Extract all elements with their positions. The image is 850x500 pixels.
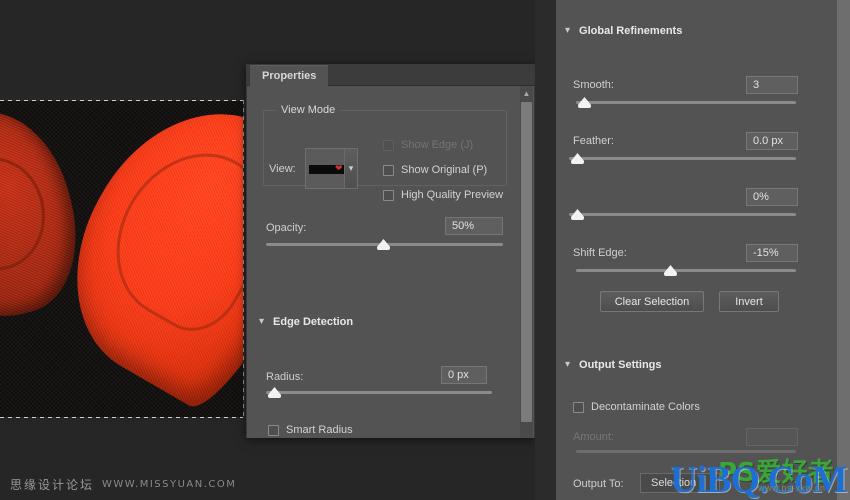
feather-slider-track[interactable]: [569, 157, 796, 160]
properties-panel[interactable]: Properties View Mode View: ❤ ▾ Show Edge…: [246, 64, 535, 438]
contrast-value: 0%: [753, 191, 769, 203]
shift-edge-value-field[interactable]: -15%: [746, 244, 798, 262]
section-output-settings-title: Output Settings: [579, 359, 662, 371]
opacity-value-field[interactable]: 50%: [445, 217, 503, 235]
properties-scrollbar-thumb[interactable]: [521, 102, 532, 422]
properties-scrollbar[interactable]: ▲: [520, 86, 533, 438]
feather-label: Feather:: [573, 135, 614, 147]
selection-marquee-bottom: [0, 417, 244, 418]
radius-value: 0 px: [448, 369, 469, 381]
tab-properties[interactable]: Properties: [250, 65, 329, 86]
shift-edge-slider-track[interactable]: [576, 269, 796, 272]
checkbox-high-quality-preview[interactable]: High Quality Preview: [383, 189, 503, 201]
smooth-value-field[interactable]: 3: [746, 76, 798, 94]
checkbox-smart-radius-box[interactable]: [268, 424, 279, 436]
heart-icon: ❤: [335, 163, 343, 173]
shift-edge-label: Shift Edge:: [573, 247, 627, 259]
selection-marquee-top: [0, 100, 244, 101]
clear-selection-label: Clear Selection: [614, 295, 690, 308]
radius-slider-track[interactable]: [266, 391, 492, 394]
invert-button[interactable]: Invert: [719, 291, 779, 312]
checkbox-high-quality-preview-box[interactable]: [383, 189, 394, 201]
checkbox-high-quality-preview-label: High Quality Preview: [401, 189, 504, 201]
selection-marquee-right: [243, 100, 244, 418]
chevron-down-icon[interactable]: ▾: [565, 26, 570, 36]
select-and-mask-dock: ▾ Global Refinements Smooth: 3 Feather: …: [556, 0, 837, 500]
chevron-down-icon[interactable]: ▾: [344, 149, 357, 188]
radius-value-field[interactable]: 0 px: [441, 366, 487, 384]
image-canvas[interactable]: [0, 0, 250, 500]
section-global-refinements-title: Global Refinements: [579, 25, 683, 37]
smooth-label: Smooth:: [573, 79, 614, 91]
clear-selection-button[interactable]: Clear Selection: [600, 291, 704, 312]
checkbox-show-edge-label: Show Edge (J): [401, 139, 474, 151]
output-to-label: Output To:: [573, 478, 624, 490]
dock-right-edge: [837, 0, 850, 500]
feather-value-field[interactable]: 0.0 px: [746, 132, 798, 150]
checkbox-show-edge-box[interactable]: [383, 139, 394, 151]
checkbox-smart-radius[interactable]: Smart Radius: [268, 424, 353, 436]
checkbox-smart-radius-label: Smart Radius: [286, 424, 353, 436]
watermark-missyuan-cn: 思缘设计论坛: [10, 478, 95, 492]
section-edge-detection[interactable]: ▾ Edge Detection: [259, 316, 353, 328]
opacity-value: 50%: [452, 220, 475, 232]
amount-value-field: [746, 428, 798, 446]
canvas-photo[interactable]: [0, 100, 244, 418]
checkbox-decontaminate-colors-box[interactable]: [573, 401, 584, 413]
contrast-value-field[interactable]: 0%: [746, 188, 798, 206]
tab-properties-label: Properties: [262, 70, 317, 82]
watermark-missyuan: 思缘设计论坛 WWW.MISSYUAN.COM: [10, 476, 236, 493]
view-label: View:: [269, 163, 296, 175]
photoshop-select-and-mask-window: 思缘设计论坛 WWW.MISSYUAN.COM Properties View …: [0, 0, 850, 500]
invert-label: Invert: [735, 295, 763, 308]
chevron-down-icon[interactable]: ▾: [259, 317, 264, 327]
opacity-label: Opacity:: [266, 222, 307, 234]
watermark-missyuan-url: WWW.MISSYUAN.COM: [102, 479, 237, 490]
chevron-up-icon[interactable]: ▲: [520, 87, 533, 100]
checkbox-decontaminate-colors-label: Decontaminate Colors: [591, 401, 700, 413]
smooth-value: 3: [753, 79, 760, 91]
section-output-settings[interactable]: ▾ Output Settings: [565, 359, 662, 371]
panel-gap: [535, 0, 556, 500]
checkbox-show-original-box[interactable]: [383, 164, 394, 176]
view-mode-dropdown[interactable]: ❤ ▾: [305, 148, 358, 189]
view-mode-group-title: View Mode: [276, 104, 341, 116]
contrast-slider-track[interactable]: [569, 213, 796, 216]
properties-body: View Mode View: ❤ ▾ Show Edge (J) Show O…: [247, 86, 534, 438]
shift-edge-value: -15%: [753, 247, 779, 259]
checkbox-show-edge[interactable]: Show Edge (J): [383, 139, 473, 151]
checkbox-show-original[interactable]: Show Original (P): [383, 164, 487, 176]
smooth-slider-track[interactable]: [576, 101, 796, 104]
radius-label: Radius:: [266, 371, 304, 383]
checkbox-decontaminate-colors[interactable]: Decontaminate Colors: [573, 401, 700, 413]
chevron-down-icon[interactable]: ▾: [565, 360, 570, 370]
feather-value: 0.0 px: [753, 135, 783, 147]
section-global-refinements[interactable]: ▾ Global Refinements: [565, 25, 682, 37]
checkbox-show-original-label: Show Original (P): [401, 164, 488, 176]
section-edge-detection-title: Edge Detection: [273, 316, 354, 328]
amount-label: Amount:: [573, 431, 614, 443]
properties-tabbar: Properties: [247, 65, 534, 86]
watermark-ps-url: www.ps-xxw.cn: [758, 483, 826, 493]
watermark-uibq: UiBQ.CoM: [670, 459, 848, 500]
